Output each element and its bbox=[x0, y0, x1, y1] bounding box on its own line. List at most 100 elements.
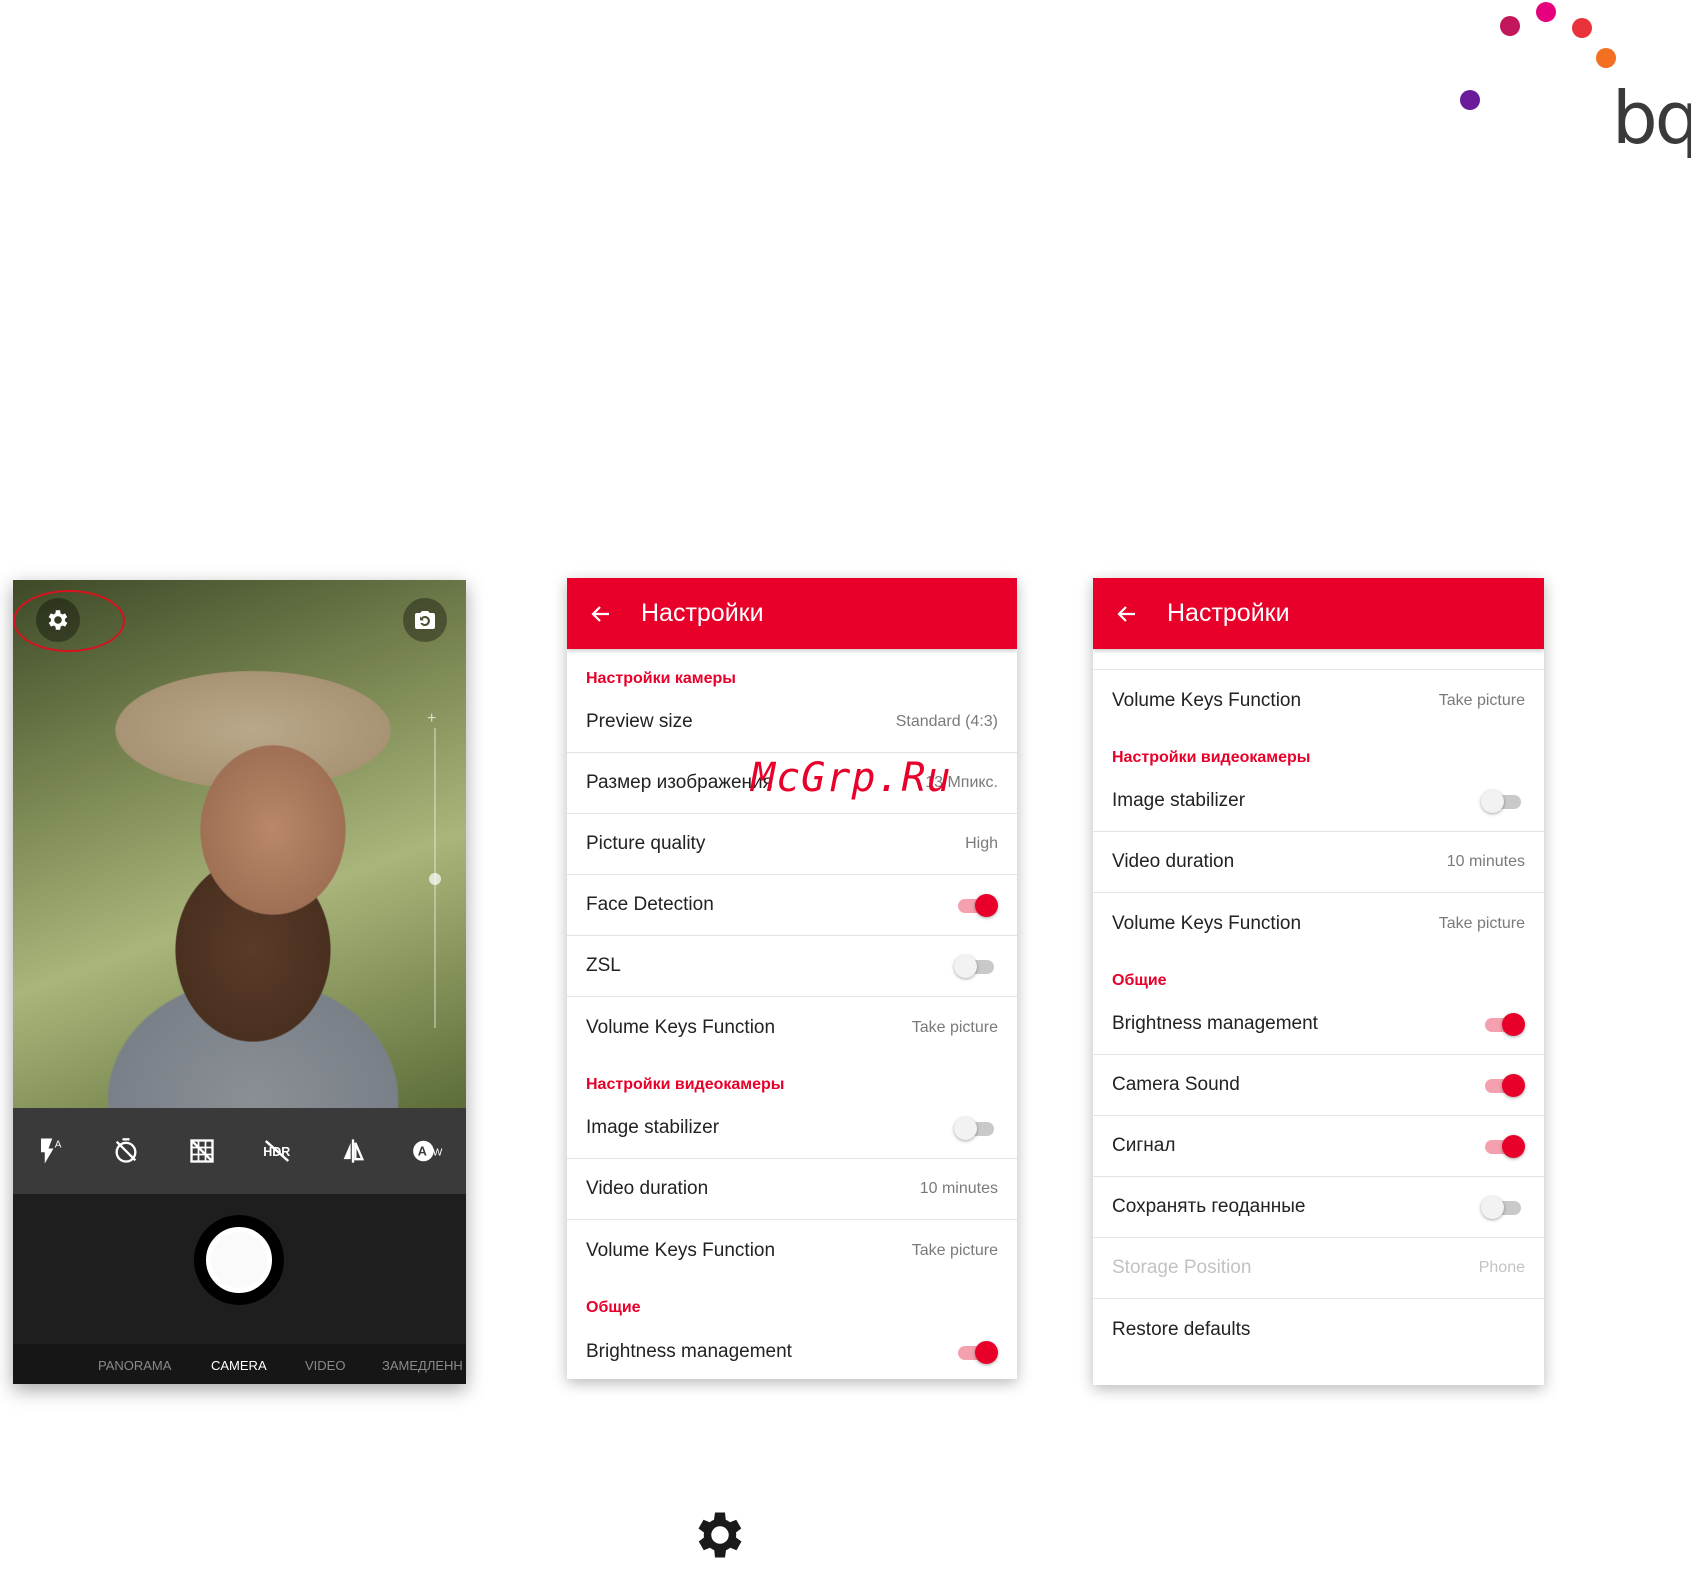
grid-off-icon bbox=[190, 1139, 214, 1163]
logo-dot-2 bbox=[1536, 2, 1556, 22]
section-camera: Настройки камеры bbox=[586, 670, 736, 687]
mirror-button[interactable] bbox=[336, 1134, 370, 1168]
row-label: Picture quality bbox=[586, 833, 706, 854]
row-image-stabilizer[interactable]: Image stabilizer bbox=[1093, 771, 1544, 832]
row-brightness[interactable]: Brightness management bbox=[567, 1321, 1017, 1379]
row-restore-defaults[interactable]: Restore defaults bbox=[1093, 1299, 1544, 1360]
row-zsl[interactable]: ZSL bbox=[567, 936, 1017, 997]
logo-dot-4 bbox=[1596, 48, 1616, 68]
camera-sound-toggle[interactable] bbox=[1481, 1073, 1525, 1097]
mode-slowmotion[interactable]: ЗАМЕДЛЕНН bbox=[382, 1358, 463, 1373]
auto-white-balance-icon: AW bbox=[413, 1140, 443, 1162]
mode-camera[interactable]: CAMERA bbox=[211, 1358, 267, 1373]
row-camera-sound[interactable]: Camera Sound bbox=[1093, 1055, 1544, 1116]
row-image-stabilizer[interactable]: Image stabilizer bbox=[567, 1098, 1017, 1159]
camera-screen: + A HDR bbox=[13, 580, 466, 1384]
row-volume-keys-video[interactable]: Volume Keys Function Take picture bbox=[567, 1220, 1017, 1281]
row-brightness[interactable]: Brightness management bbox=[1093, 994, 1544, 1055]
bq-logo: bq bbox=[1460, 0, 1691, 170]
row-volume-keys[interactable]: Volume Keys Function Take picture bbox=[567, 997, 1017, 1058]
logo-dot-3 bbox=[1572, 18, 1592, 38]
flash-auto-icon: A bbox=[40, 1138, 62, 1164]
back-arrow-icon[interactable] bbox=[589, 602, 613, 626]
brightness-toggle[interactable] bbox=[954, 1340, 998, 1364]
hdr-button[interactable]: HDR bbox=[260, 1134, 294, 1168]
flash-auto-button[interactable]: A bbox=[34, 1134, 68, 1168]
row-picture-quality[interactable]: Picture quality High bbox=[567, 814, 1017, 875]
row-value: 10 minutes bbox=[1446, 853, 1525, 870]
row-label: Face Detection bbox=[586, 894, 714, 915]
face-detection-toggle[interactable] bbox=[954, 893, 998, 917]
timer-off-icon bbox=[115, 1138, 137, 1163]
section-general: Общие bbox=[586, 1299, 641, 1316]
app-bar: Настройки bbox=[1093, 578, 1544, 649]
row-label: Camera Sound bbox=[1112, 1074, 1240, 1095]
row-label: Сигнал bbox=[1112, 1135, 1176, 1156]
logo-dot-1 bbox=[1500, 16, 1520, 36]
logo-dot-5 bbox=[1460, 90, 1480, 110]
row-label: Volume Keys Function bbox=[1112, 689, 1302, 711]
settings-screen-1: Настройки Настройки камеры Preview size … bbox=[567, 578, 1017, 1379]
row-label: Storage Position bbox=[1112, 1257, 1252, 1278]
mirror-icon bbox=[343, 1139, 364, 1163]
signal-toggle[interactable] bbox=[1481, 1134, 1525, 1158]
row-label: Preview size bbox=[586, 711, 693, 732]
watermark: McGrp.Ru bbox=[751, 755, 952, 801]
switch-camera-icon bbox=[415, 611, 435, 629]
zsl-toggle[interactable] bbox=[954, 954, 998, 978]
logo-text: bq bbox=[1612, 76, 1691, 160]
section-general: Общие bbox=[1112, 972, 1167, 989]
row-label: Video duration bbox=[586, 1178, 709, 1199]
page-title: Настройки bbox=[1167, 599, 1290, 627]
row-value: 10 minutes bbox=[919, 1180, 998, 1197]
section-video: Настройки видеокамеры bbox=[1112, 749, 1311, 766]
back-arrow-icon[interactable] bbox=[1115, 602, 1139, 626]
shutter-button[interactable] bbox=[194, 1215, 284, 1305]
row-storage-position: Storage Position Phone bbox=[1093, 1238, 1544, 1299]
camera-viewfinder[interactable] bbox=[13, 580, 466, 1108]
row-geodata[interactable]: Сохранять геоданные bbox=[1093, 1177, 1544, 1238]
app-bar: Настройки bbox=[567, 578, 1017, 649]
timer-button[interactable] bbox=[109, 1134, 143, 1168]
row-preview-size[interactable]: Preview size Standard (4:3) bbox=[567, 692, 1017, 753]
row-face-detection[interactable]: Face Detection bbox=[567, 875, 1017, 936]
hdr-off-icon: HDR bbox=[264, 1140, 291, 1162]
brightness-toggle[interactable] bbox=[1481, 1012, 1525, 1036]
row-signal[interactable]: Сигнал bbox=[1093, 1116, 1544, 1177]
section-video: Настройки видеокамеры bbox=[586, 1076, 785, 1093]
grid-button[interactable] bbox=[185, 1134, 219, 1168]
white-balance-button[interactable]: AW bbox=[411, 1134, 445, 1168]
row-label: Размер изображения bbox=[586, 772, 773, 793]
row-label: Volume Keys Function bbox=[586, 1016, 776, 1038]
mode-video[interactable]: VIDEO bbox=[305, 1358, 345, 1373]
switch-camera-button[interactable] bbox=[403, 598, 447, 642]
row-video-duration[interactable]: Video duration 10 minutes bbox=[567, 1159, 1017, 1220]
row-label: Volume Keys Function bbox=[1112, 912, 1302, 934]
row-value: High bbox=[965, 835, 998, 852]
row-value: Standard (4:3) bbox=[895, 713, 998, 730]
row-label: Brightness management bbox=[1112, 1013, 1318, 1034]
row-label: ZSL bbox=[586, 955, 621, 976]
zoom-slider-knob[interactable] bbox=[429, 873, 441, 885]
svg-text:A: A bbox=[418, 1145, 427, 1159]
row-value: Take picture bbox=[911, 1241, 998, 1259]
row-label: Сохранять геоданные bbox=[1112, 1196, 1306, 1217]
mode-selector: PANORAMA CAMERA VIDEO ЗАМЕДЛЕНН bbox=[13, 1344, 466, 1384]
settings-screen-2: Настройки Volume Keys Function Take pict… bbox=[1093, 578, 1544, 1385]
svg-text:A: A bbox=[55, 1139, 62, 1150]
geodata-toggle[interactable] bbox=[1481, 1195, 1525, 1219]
row-video-duration[interactable]: Video duration 10 minutes bbox=[1093, 832, 1544, 893]
row-label: Brightness management bbox=[586, 1340, 792, 1362]
row-volume-keys[interactable]: Volume Keys Function Take picture bbox=[1093, 670, 1544, 731]
row-label: Restore defaults bbox=[1112, 1318, 1251, 1340]
settings-gear-icon bbox=[698, 1512, 742, 1558]
shutter-inner bbox=[206, 1227, 272, 1293]
settings-list: Volume Keys Function Take picture Настро… bbox=[1093, 649, 1544, 1360]
row-volume-keys-video[interactable]: Volume Keys Function Take picture bbox=[1093, 893, 1544, 954]
image-stabilizer-toggle[interactable] bbox=[1481, 789, 1525, 813]
mode-panorama[interactable]: PANORAMA bbox=[98, 1358, 171, 1373]
image-stabilizer-toggle[interactable] bbox=[954, 1116, 998, 1140]
row-value: Take picture bbox=[911, 1018, 998, 1036]
row-label: Image stabilizer bbox=[1112, 790, 1246, 811]
row-label: Video duration bbox=[1112, 851, 1235, 872]
